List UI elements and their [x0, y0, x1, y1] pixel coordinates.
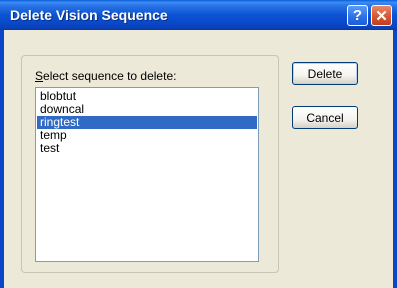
list-label-text: elect sequence to delete: [43, 69, 177, 83]
help-icon[interactable]: ? [347, 5, 368, 26]
title-bar[interactable]: Delete Vision Sequence ? ✕ [0, 0, 397, 30]
cancel-button[interactable]: Cancel [292, 106, 358, 129]
list-item[interactable]: test [37, 142, 257, 155]
list-item-selected[interactable]: ringtest [37, 116, 257, 129]
sequence-listbox[interactable]: blobtut downcal ringtest temp test [35, 87, 259, 262]
sequence-list-label: Select sequence to delete: [35, 69, 176, 83]
window-frame-right [393, 30, 397, 288]
list-item[interactable]: temp [37, 129, 257, 142]
close-icon[interactable]: ✕ [371, 5, 392, 26]
window-title: Delete Vision Sequence [10, 7, 168, 23]
delete-button[interactable]: Delete [292, 62, 358, 85]
accelerator-key: S [35, 69, 44, 83]
window-frame-left [0, 30, 4, 288]
